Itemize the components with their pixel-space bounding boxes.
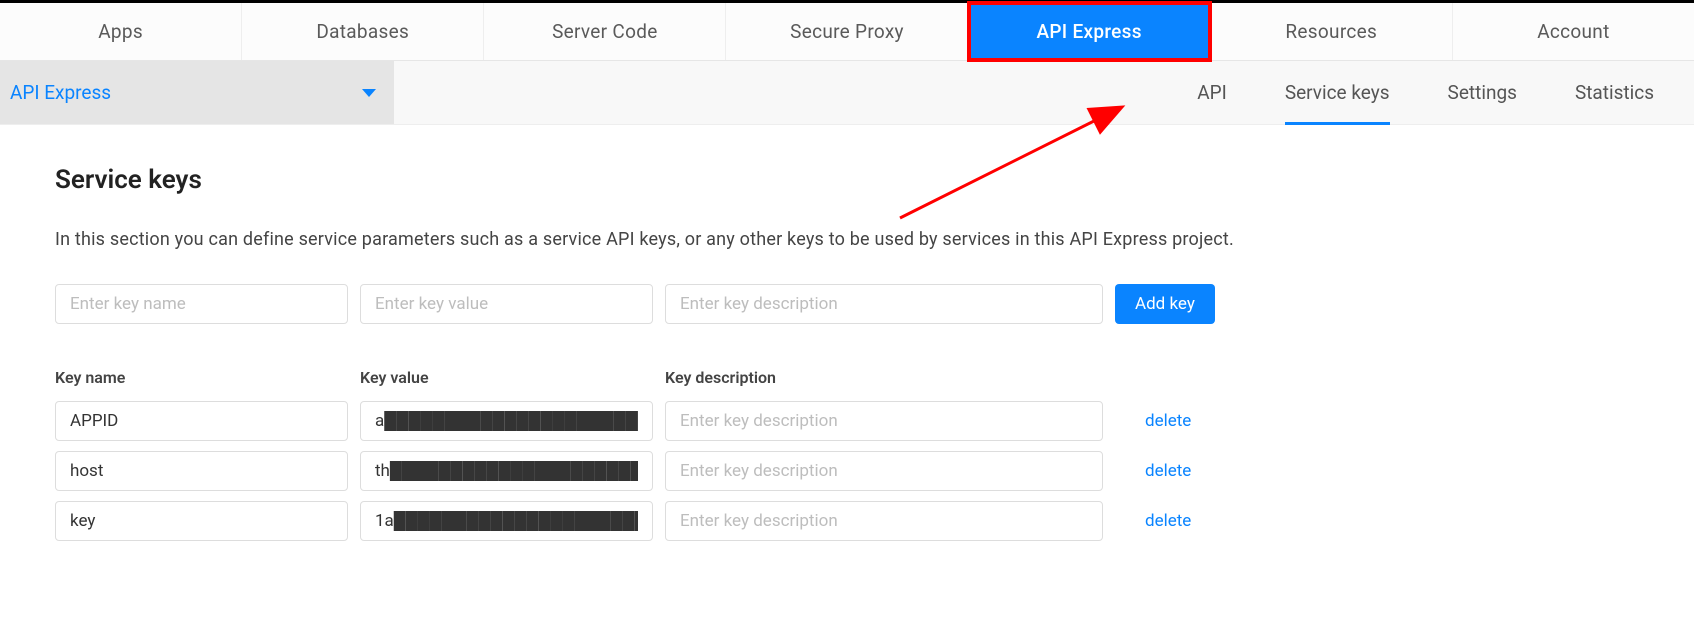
tab-statistics[interactable]: Statistics — [1575, 61, 1654, 124]
tab-label: API — [1197, 81, 1227, 104]
row-key-value[interactable] — [360, 451, 653, 491]
tab-label: Settings — [1448, 81, 1517, 104]
row-key-desc[interactable] — [665, 401, 1103, 441]
table-row: delete — [55, 451, 1639, 491]
row-key-value[interactable] — [360, 401, 653, 441]
key-value-input[interactable] — [360, 284, 653, 324]
add-key-form: Add key — [55, 284, 1639, 324]
th-key-name: Key name — [55, 368, 348, 387]
nav-resources[interactable]: Resources — [1211, 3, 1453, 60]
key-name-input[interactable] — [55, 284, 348, 324]
row-key-name[interactable] — [55, 451, 348, 491]
th-key-description: Key description — [665, 368, 1103, 387]
nav-label: Account — [1537, 20, 1609, 43]
th-key-value: Key value — [360, 368, 653, 387]
page-title: Service keys — [55, 165, 1639, 195]
tab-service-keys[interactable]: Service keys — [1285, 61, 1390, 124]
nav-label: Apps — [98, 20, 143, 43]
top-nav: Apps Databases Server Code Secure Proxy … — [0, 3, 1694, 61]
nav-label: Resources — [1285, 20, 1377, 43]
nav-server-code[interactable]: Server Code — [484, 3, 726, 60]
nav-label: Server Code — [552, 20, 658, 43]
key-desc-input[interactable] — [665, 284, 1103, 324]
table-header: Key name Key value Key description — [55, 368, 1639, 387]
content: Service keys In this section you can def… — [0, 125, 1694, 571]
project-dropdown-label: API Express — [10, 81, 111, 104]
row-key-name[interactable] — [55, 501, 348, 541]
table-row: delete — [55, 401, 1639, 441]
tab-label: Service keys — [1285, 81, 1390, 104]
tab-api[interactable]: API — [1197, 61, 1227, 124]
delete-link[interactable]: delete — [1145, 461, 1191, 481]
tab-settings[interactable]: Settings — [1448, 61, 1517, 124]
delete-link[interactable]: delete — [1145, 511, 1191, 531]
tab-label: Statistics — [1575, 81, 1654, 104]
row-key-desc[interactable] — [665, 451, 1103, 491]
nav-databases[interactable]: Databases — [242, 3, 484, 60]
nav-api-express[interactable]: API Express — [969, 3, 1211, 60]
project-dropdown[interactable]: API Express — [0, 61, 394, 124]
nav-label: API Express — [1036, 20, 1141, 43]
add-key-button[interactable]: Add key — [1115, 284, 1215, 324]
row-key-name[interactable] — [55, 401, 348, 441]
table-row: delete — [55, 501, 1639, 541]
nav-label: Secure Proxy — [790, 20, 904, 43]
chevron-down-icon — [362, 89, 376, 97]
nav-label: Databases — [316, 20, 409, 43]
nav-account[interactable]: Account — [1453, 3, 1694, 60]
nav-secure-proxy[interactable]: Secure Proxy — [726, 3, 968, 60]
sub-tabs: API Service keys Settings Statistics — [394, 61, 1694, 124]
row-key-desc[interactable] — [665, 501, 1103, 541]
page-description: In this section you can define service p… — [55, 229, 1639, 250]
row-key-value[interactable] — [360, 501, 653, 541]
nav-apps[interactable]: Apps — [0, 3, 242, 60]
delete-link[interactable]: delete — [1145, 411, 1191, 431]
sub-bar: API Express API Service keys Settings St… — [0, 61, 1694, 125]
